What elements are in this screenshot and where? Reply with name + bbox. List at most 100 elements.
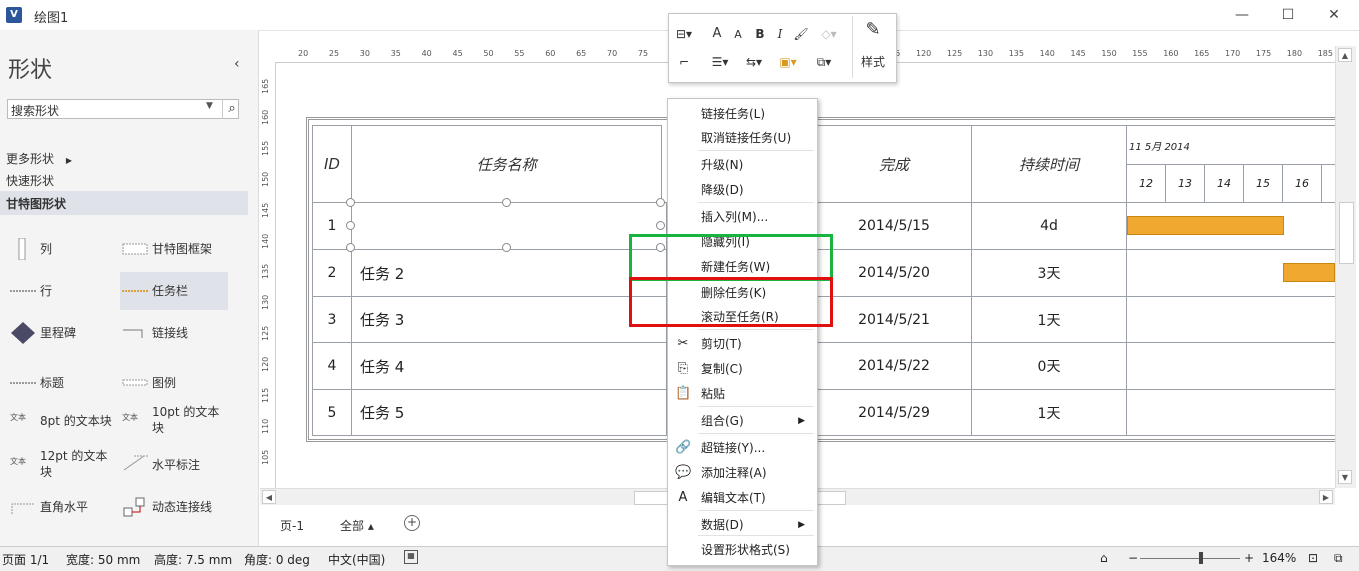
shape-gantt-frame[interactable]: 甘特图框架: [120, 230, 228, 268]
scroll-up-icon[interactable]: ▲: [1338, 48, 1352, 62]
shape-text-8pt[interactable]: 文本 8pt 的文本块: [8, 398, 116, 436]
menu-item[interactable]: 降级(D): [668, 178, 815, 202]
zoom-in-button[interactable]: +: [1244, 551, 1254, 565]
cell-id[interactable]: 5: [312, 389, 352, 436]
shape-legend[interactable]: 图例: [120, 364, 228, 402]
bring-forward-icon[interactable]: ▣▾: [775, 52, 801, 72]
cell-task-name[interactable]: 任务 4: [351, 342, 667, 390]
selection-handle[interactable]: [656, 221, 665, 230]
styles-button[interactable]: 样式: [855, 52, 891, 72]
group-icon[interactable]: ⧉▾: [809, 52, 839, 72]
page-tab-1[interactable]: 页-1: [280, 517, 304, 534]
shape-row[interactable]: 行: [8, 272, 116, 310]
cell-task-name[interactable]: 任务 5: [351, 389, 667, 436]
task-bar-1[interactable]: [1127, 216, 1284, 235]
zoom-out-button[interactable]: −: [1128, 551, 1138, 565]
more-shapes-link[interactable]: 更多形状 ▶: [6, 150, 72, 167]
cell-task-name[interactable]: 任务 3: [351, 296, 667, 343]
shape-link-line[interactable]: 链接线: [120, 314, 228, 352]
menu-item[interactable]: ⎘ 复制(C): [668, 357, 815, 381]
menu-item[interactable]: 📋 粘贴: [668, 382, 815, 406]
format-painter-icon[interactable]: 🖌: [793, 24, 809, 44]
shape-milestone[interactable]: 里程碑: [8, 314, 116, 352]
all-pages-tab[interactable]: 全部 ▴: [340, 517, 374, 534]
grow-font-button[interactable]: A: [709, 24, 725, 44]
shape-title[interactable]: 标题: [8, 364, 116, 402]
selection-handle[interactable]: [656, 198, 665, 207]
shape-dynamic-connector[interactable]: 动态连接线: [120, 488, 228, 526]
connector-tool-icon[interactable]: ⌐: [673, 52, 695, 72]
menu-item[interactable]: 链接任务(L): [668, 102, 815, 126]
menu-item[interactable]: 数据(D) ▶: [668, 513, 815, 537]
menu-item[interactable]: A 编辑文本(T): [668, 486, 815, 510]
quick-styles-icon[interactable]: ✎: [857, 20, 889, 40]
vertical-ruler[interactable]: 165 160 155 150 145 140 135 130 125 120 115 110 105: [259, 62, 276, 488]
scroll-down-icon[interactable]: ▼: [1338, 470, 1352, 484]
scroll-left-icon[interactable]: ◀: [262, 490, 276, 504]
menu-item[interactable]: 取消链接任务(U): [668, 126, 815, 150]
zoom-level[interactable]: 164%: [1262, 551, 1296, 565]
macro-record-icon[interactable]: ▦: [404, 550, 418, 564]
menu-item[interactable]: 组合(G) ▶: [668, 409, 815, 433]
cell-finish[interactable]: 2014/5/21: [816, 296, 972, 343]
text-box-icon[interactable]: ⊟▾: [673, 24, 695, 44]
cell-timeline[interactable]: [1126, 389, 1336, 436]
scroll-right-icon[interactable]: ▶: [1319, 490, 1333, 504]
shape-elbow-horizontal[interactable]: 直角水平: [8, 488, 116, 526]
position-icon[interactable]: ⇆▾: [741, 52, 767, 72]
selection-handle[interactable]: [346, 243, 355, 252]
add-page-icon[interactable]: +: [404, 515, 420, 531]
shape-task-bar[interactable]: 任务栏: [120, 272, 228, 310]
align-text-icon[interactable]: ☰▾: [707, 52, 733, 72]
menu-item[interactable]: 升级(N): [668, 153, 815, 177]
cell-id[interactable]: 3: [312, 296, 352, 343]
status-language[interactable]: 中文(中国): [328, 551, 385, 568]
cell-task-name[interactable]: 任务 2: [351, 249, 667, 297]
vertical-scroll-thumb[interactable]: [1339, 202, 1354, 264]
quick-shapes-link[interactable]: 快速形状: [6, 172, 54, 189]
selection-handle[interactable]: [346, 198, 355, 207]
zoom-slider-thumb[interactable]: [1199, 552, 1203, 564]
cell-timeline[interactable]: [1126, 342, 1336, 390]
vertical-scrollbar[interactable]: ▲ ▼: [1335, 46, 1356, 488]
menu-item[interactable]: 插入列(M)...: [668, 205, 815, 229]
menu-item[interactable]: 设置形状格式(S): [668, 538, 815, 562]
selection-handle[interactable]: [502, 243, 511, 252]
selection-handle[interactable]: [346, 221, 355, 230]
zoom-slider-track[interactable]: [1140, 558, 1240, 559]
cell-duration[interactable]: 1天: [971, 389, 1127, 436]
cell-finish[interactable]: 2014/5/20: [816, 249, 972, 297]
shape-column[interactable]: 列: [8, 230, 116, 268]
shape-text-12pt[interactable]: 文本 12pt 的文本块: [8, 442, 116, 482]
menu-item[interactable]: 🔗 超链接(Y)...: [668, 436, 815, 460]
shape-text-10pt[interactable]: 文本 10pt 的文本块: [120, 398, 228, 438]
status-page[interactable]: 页面 1/1: [2, 551, 49, 568]
menu-item[interactable]: ✂ 剪切(T): [668, 332, 815, 356]
cell-duration[interactable]: 0天: [971, 342, 1127, 390]
switch-windows-icon[interactable]: ⧉: [1334, 551, 1343, 566]
search-icon[interactable]: ⌕: [222, 99, 241, 119]
cell-finish[interactable]: 2014/5/22: [816, 342, 972, 390]
task-bar-2[interactable]: [1283, 263, 1335, 282]
presentation-mode-icon[interactable]: ⌂: [1100, 551, 1108, 565]
cell-finish[interactable]: 2014/5/15: [816, 202, 972, 250]
cell-duration[interactable]: 3天: [971, 249, 1127, 297]
cell-timeline[interactable]: [1126, 296, 1336, 343]
cell-id[interactable]: 2: [312, 249, 352, 297]
fill-color-icon[interactable]: ◇▾: [815, 24, 843, 44]
bold-button[interactable]: B: [753, 24, 767, 44]
shrink-font-button[interactable]: A: [731, 25, 745, 45]
collapse-panel-button[interactable]: ‹: [234, 56, 240, 72]
stencil-header-gantt[interactable]: 甘特图形状: [0, 191, 248, 215]
close-button[interactable]: ✕: [1323, 4, 1345, 26]
cell-finish[interactable]: 2014/5/29: [816, 389, 972, 436]
cell-duration[interactable]: 4d: [971, 202, 1127, 250]
cell-duration[interactable]: 1天: [971, 296, 1127, 343]
selection-handle[interactable]: [502, 198, 511, 207]
search-dropdown-icon[interactable]: ▼: [206, 101, 213, 111]
shape-horizontal-callout[interactable]: 水平标注: [120, 442, 228, 480]
fit-page-icon[interactable]: ⊡: [1308, 551, 1318, 565]
search-shapes-input[interactable]: 搜索形状 ▼ ⌕: [7, 99, 239, 119]
minimize-button[interactable]: —: [1231, 4, 1253, 26]
maximize-button[interactable]: ☐: [1277, 4, 1299, 26]
